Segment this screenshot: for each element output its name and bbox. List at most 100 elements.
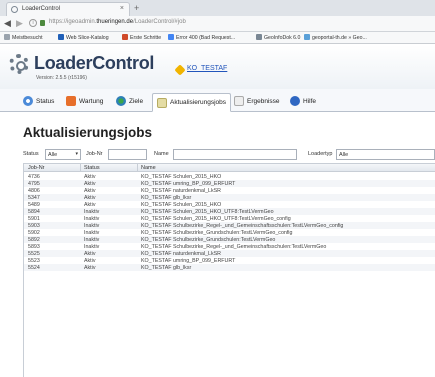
cell-status: Inaktiv [84,243,100,250]
app-version: Version: 2.5.5 (r15196) [36,75,87,81]
status-filter-value: Alle [48,152,58,158]
cell-status: Aktiv [84,180,96,187]
favicon-icon [11,6,18,13]
cell-status: Aktiv [84,201,96,208]
cell-jobnr: 4736 [28,173,40,180]
column-divider[interactable] [80,164,81,172]
cell-status: Inaktiv [84,229,100,236]
table-row[interactable]: 5894 Inaktiv KO_TESTAF Schulen_2015_HKO_UT… [24,208,435,215]
cell-name: KO_TESTAF umring_BP_099_ERFURT [141,180,236,187]
cell-name: KO_TESTAF Schulen_2015_HKO [141,201,222,208]
cell-name: KO_TESTAF Schulen_2015_HKO_UTF8:TestLVer… [141,208,274,215]
cell-name: KO_TESTAF naturdenkmal_LkSR [141,250,221,257]
column-header-status[interactable]: Status [84,165,100,171]
jobnr-filter-label: Job-Nr [86,151,103,157]
cell-status: Aktiv [84,187,96,194]
site-info-icon[interactable]: i [29,19,37,27]
lock-icon [40,20,45,26]
tab-aktualisierungsjobs[interactable]: Aktualisierungsjobs [152,93,232,112]
table-row[interactable]: 5489 Aktiv KO_TESTAF Schulen_2015_HKO [24,201,435,208]
column-divider[interactable] [137,164,138,172]
table-row[interactable]: 5893 Inaktiv KO_TESTAF Schulbezirke_Regel-… [24,243,435,250]
forward-arrow-icon[interactable]: ▶ [16,18,23,29]
name-filter-input[interactable] [173,149,297,160]
bookmark-error-400[interactable]: Error 400 (Bad Request... [168,34,235,41]
new-tab-button[interactable]: + [134,3,139,13]
cell-status: Aktiv [84,250,96,257]
jobs-table: Job-Nr Status Name 4736 Aktiv KO_TESTAF Sc… [23,163,435,377]
page-title: Aktualisierungsjobs [23,125,153,140]
tab-label: Aktualisierungsjobs [170,99,227,106]
bookmark-icon [256,34,262,40]
table-row[interactable]: 5525 Aktiv KO_TESTAF naturdenkmal_LkSR [24,250,435,257]
column-header-name[interactable]: Name [141,165,156,171]
cell-name: KO_TESTAF Schulbezirke_Regel-_und_Gemein… [141,222,344,229]
cell-name: KO_TESTAF umring_BP_099_ERFURT [141,257,236,264]
cell-status: Inaktiv [84,215,100,222]
tab-ergebnisse[interactable]: Ergebnisse [234,93,280,109]
column-header-jobnr[interactable]: Job-Nr [28,165,45,171]
table-row[interactable]: 5903 Inaktiv KO_TESTAF Schulbezirke_Regel-… [24,222,435,229]
tab-hilfe[interactable]: Hilfe [290,93,316,109]
browser-tab[interactable]: LoaderControl × [6,2,130,16]
cell-status: Aktiv [84,257,96,264]
cell-status: Inaktiv [84,208,100,215]
table-row[interactable]: 5901 Inaktiv KO_TESTAF Schulen_2015_HKO_UT… [24,215,435,222]
bookmark-icon [4,34,10,40]
status-filter-label: Status [23,151,39,157]
ergebnisse-icon [234,96,244,106]
table-row[interactable]: 5892 Inaktiv KO_TESTAF Schulbezirke_Grunds… [24,236,435,243]
filter-bar: Status Alle ▾ Job-Nr Name Loadertyp Alle [23,148,435,162]
gear-logo-icon [9,54,29,74]
cell-name: KO_TESTAF Schulbezirke_Regel-_und_Gemein… [141,243,327,250]
table-header: Job-Nr Status Name [24,164,435,172]
aktualisierungsjobs-icon [157,97,167,108]
cell-jobnr: 5524 [28,264,40,271]
table-row[interactable]: 5902 Inaktiv KO_TESTAF Schulbezirke_Grunds… [24,229,435,236]
bookmark-erste-schritte[interactable]: Erste Schritte [122,34,161,41]
user-key-icon [174,64,186,76]
cell-status: Aktiv [84,264,96,271]
back-arrow-icon[interactable]: ◀ [4,18,11,29]
user-link[interactable]: KO_TESTAF [187,65,227,72]
bookmark-icon [304,34,310,40]
cell-jobnr: 5902 [28,229,40,236]
status-icon [23,96,33,106]
close-tab-icon[interactable]: × [120,5,124,12]
table-row[interactable]: 5347 Aktiv KO_TESTAF glb_lksr [24,194,435,201]
bookmark-geoinfodok[interactable]: GeoInfoDok 6.0 [256,34,300,41]
cell-name: KO_TESTAF naturdenkmal_LkSR [141,187,221,194]
tab-label: Ergebnisse [247,97,280,105]
cell-jobnr: 5525 [28,250,40,257]
bookmark-icon [122,34,128,40]
url-field[interactable]: https://igeoadmin.thueringen.de/LoaderCo… [49,19,186,25]
status-filter-select[interactable]: Alle ▾ [45,149,81,160]
cell-status: Inaktiv [84,222,100,229]
table-row[interactable]: 4795 Aktiv KO_TESTAF umring_BP_099_ERFURT [24,180,435,187]
cell-name: KO_TESTAF Schulen_2015_HKO_UTF8:TestLVer… [141,215,291,222]
bookmark-icon [168,34,174,40]
cell-name: KO_TESTAF Schulbezirke_Grundschulen:Test… [141,229,293,236]
chevron-down-icon: ▾ [75,151,78,157]
table-row[interactable]: 5523 Aktiv KO_TESTAF umring_BP_099_ERFURT [24,257,435,264]
bookmark-web-slice-katalog[interactable]: Web Slice-Katalog [58,34,109,41]
cell-jobnr: 4806 [28,187,40,194]
jobnr-filter-input[interactable] [108,149,147,160]
address-bar: ◀ ▶ i https://igeoadmin.thueringen.de/Lo… [0,16,435,32]
tab-ziele[interactable]: Ziele [116,93,143,109]
bookmark-geoportal[interactable]: geoportal-th.de » Geo... [304,34,367,41]
browser-tab-title: LoaderControl [22,6,61,12]
tab-status[interactable]: Status [23,93,54,109]
cell-name: KO_TESTAF glb_lksr [141,264,192,271]
bookmark-meistbesucht[interactable]: Meistbesucht [4,34,43,41]
table-row[interactable]: 4806 Aktiv KO_TESTAF naturdenkmal_LkSR [24,187,435,194]
cell-name: KO_TESTAF Schulbezirke_Grundschulen:Test… [141,236,276,243]
hilfe-icon [290,96,300,106]
table-row[interactable]: 5524 Aktiv KO_TESTAF glb_lksr [24,264,435,271]
table-row[interactable]: 4736 Aktiv KO_TESTAF Schulen_2015_HKO [24,173,435,180]
loadertyp-filter-select[interactable]: Alle [336,149,435,160]
cell-status: Inaktiv [84,236,100,243]
cell-status: Aktiv [84,194,96,201]
tab-wartung[interactable]: Wartung [66,93,103,109]
loadertyp-filter-label: Loadertyp [308,151,333,157]
